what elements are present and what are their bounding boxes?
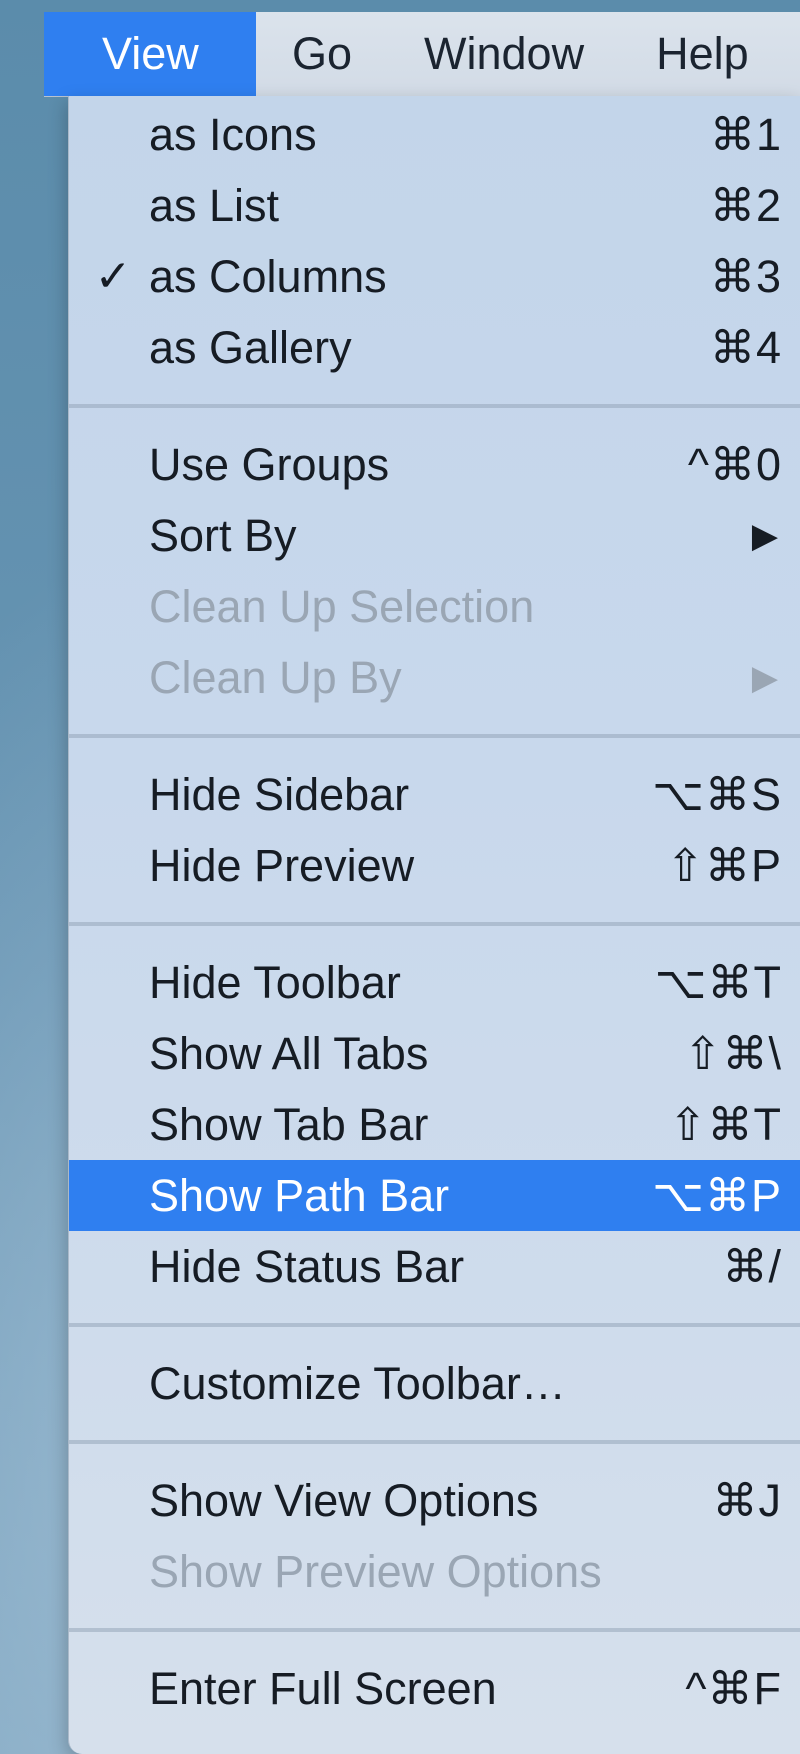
menu-separator	[69, 1302, 800, 1348]
menu-item-as-gallery[interactable]: as Gallery ⌘4	[69, 312, 800, 383]
menu-item-shortcut: ^⌘0	[687, 439, 782, 490]
menu-item-customize-toolbar[interactable]: Customize Toolbar…	[69, 1348, 800, 1419]
menu-item-label: Show All Tabs	[149, 1027, 429, 1079]
menu-item-label: Show Path Bar	[149, 1169, 450, 1221]
menu-item-shortcut: ⇧⌘T	[668, 1099, 782, 1150]
menu-item-clean-up-selection: Clean Up Selection	[69, 571, 800, 642]
menu-item-label: as Columns	[149, 250, 387, 302]
submenu-arrow-icon: ▶	[751, 658, 778, 697]
menu-item-show-all-tabs[interactable]: Show All Tabs ⇧⌘\	[69, 1018, 800, 1089]
menu-item-label: Sort By	[149, 509, 297, 561]
menu-item-show-preview-options: Show Preview Options	[69, 1536, 800, 1607]
menu-separator	[69, 383, 800, 429]
menu-item-label: Clean Up By	[149, 651, 402, 703]
menu-item-show-path-bar[interactable]: Show Path Bar ⌥⌘P	[69, 1160, 800, 1231]
menu-item-shortcut: ^⌘F	[685, 1663, 782, 1714]
menu-item-shortcut: ⌘3	[709, 251, 782, 302]
menu-item-shortcut: ⌘J	[712, 1475, 782, 1526]
menu-item-as-icons[interactable]: as Icons ⌘1	[69, 99, 800, 170]
menu-item-show-tab-bar[interactable]: Show Tab Bar ⇧⌘T	[69, 1089, 800, 1160]
menu-bar: View Go Window Help	[44, 12, 800, 97]
menu-item-enter-full-screen[interactable]: Enter Full Screen ^⌘F	[69, 1653, 800, 1724]
menu-item-sort-by[interactable]: Sort By ▶	[69, 500, 800, 571]
menu-item-use-groups[interactable]: Use Groups ^⌘0	[69, 429, 800, 500]
menu-item-shortcut: ⌘1	[709, 109, 782, 160]
menubar-window[interactable]: Window	[388, 12, 620, 96]
menu-item-label: Hide Preview	[149, 839, 415, 891]
view-menu: as Icons ⌘1 as List ⌘2 ✓ as Columns ⌘3 a…	[68, 96, 800, 1754]
menubar-go[interactable]: Go	[256, 12, 388, 96]
menu-item-hide-status-bar[interactable]: Hide Status Bar ⌘/	[69, 1231, 800, 1302]
menubar-view[interactable]: View	[44, 12, 256, 96]
menu-item-hide-sidebar[interactable]: Hide Sidebar ⌥⌘S	[69, 759, 800, 830]
menu-item-shortcut: ⌥⌘S	[652, 769, 782, 820]
menu-item-label: Show View Options	[149, 1474, 539, 1526]
menu-item-label: Clean Up Selection	[149, 580, 535, 632]
menu-item-shortcut: ⌘/	[722, 1241, 782, 1292]
menu-separator	[69, 901, 800, 947]
menu-item-shortcut: ⌥⌘P	[652, 1170, 782, 1221]
menu-separator	[69, 713, 800, 759]
menu-item-shortcut: ⌘2	[709, 180, 782, 231]
menu-item-label: Customize Toolbar…	[149, 1357, 566, 1409]
menu-item-label: as Gallery	[149, 321, 352, 373]
menu-item-clean-up-by: Clean Up By ▶	[69, 642, 800, 713]
menu-item-label: Hide Status Bar	[149, 1240, 465, 1292]
menu-item-show-view-options[interactable]: Show View Options ⌘J	[69, 1465, 800, 1536]
menu-item-label: Enter Full Screen	[149, 1662, 497, 1714]
menu-item-shortcut: ⌘4	[709, 322, 782, 373]
menu-item-shortcut: ⌥⌘T	[654, 957, 782, 1008]
menu-separator	[69, 1607, 800, 1653]
menu-item-label: Show Tab Bar	[149, 1098, 429, 1150]
menu-item-label: Hide Sidebar	[149, 768, 410, 820]
checkmark-icon: ✓	[94, 252, 132, 301]
menu-item-hide-toolbar[interactable]: Hide Toolbar ⌥⌘T	[69, 947, 800, 1018]
menu-item-shortcut: ⇧⌘P	[666, 840, 782, 891]
menu-separator	[69, 1419, 800, 1465]
menu-item-label: Show Preview Options	[149, 1545, 602, 1597]
menu-item-as-list[interactable]: as List ⌘2	[69, 170, 800, 241]
menubar-help[interactable]: Help	[620, 12, 785, 96]
menu-item-label: Hide Toolbar	[149, 956, 401, 1008]
menu-item-shortcut: ⇧⌘\	[683, 1028, 782, 1079]
menu-item-label: as Icons	[149, 108, 317, 160]
menu-item-hide-preview[interactable]: Hide Preview ⇧⌘P	[69, 830, 800, 901]
menu-item-label: Use Groups	[149, 438, 390, 490]
menu-item-as-columns[interactable]: ✓ as Columns ⌘3	[69, 241, 800, 312]
menu-item-label: as List	[149, 179, 280, 231]
submenu-arrow-icon: ▶	[751, 516, 778, 555]
